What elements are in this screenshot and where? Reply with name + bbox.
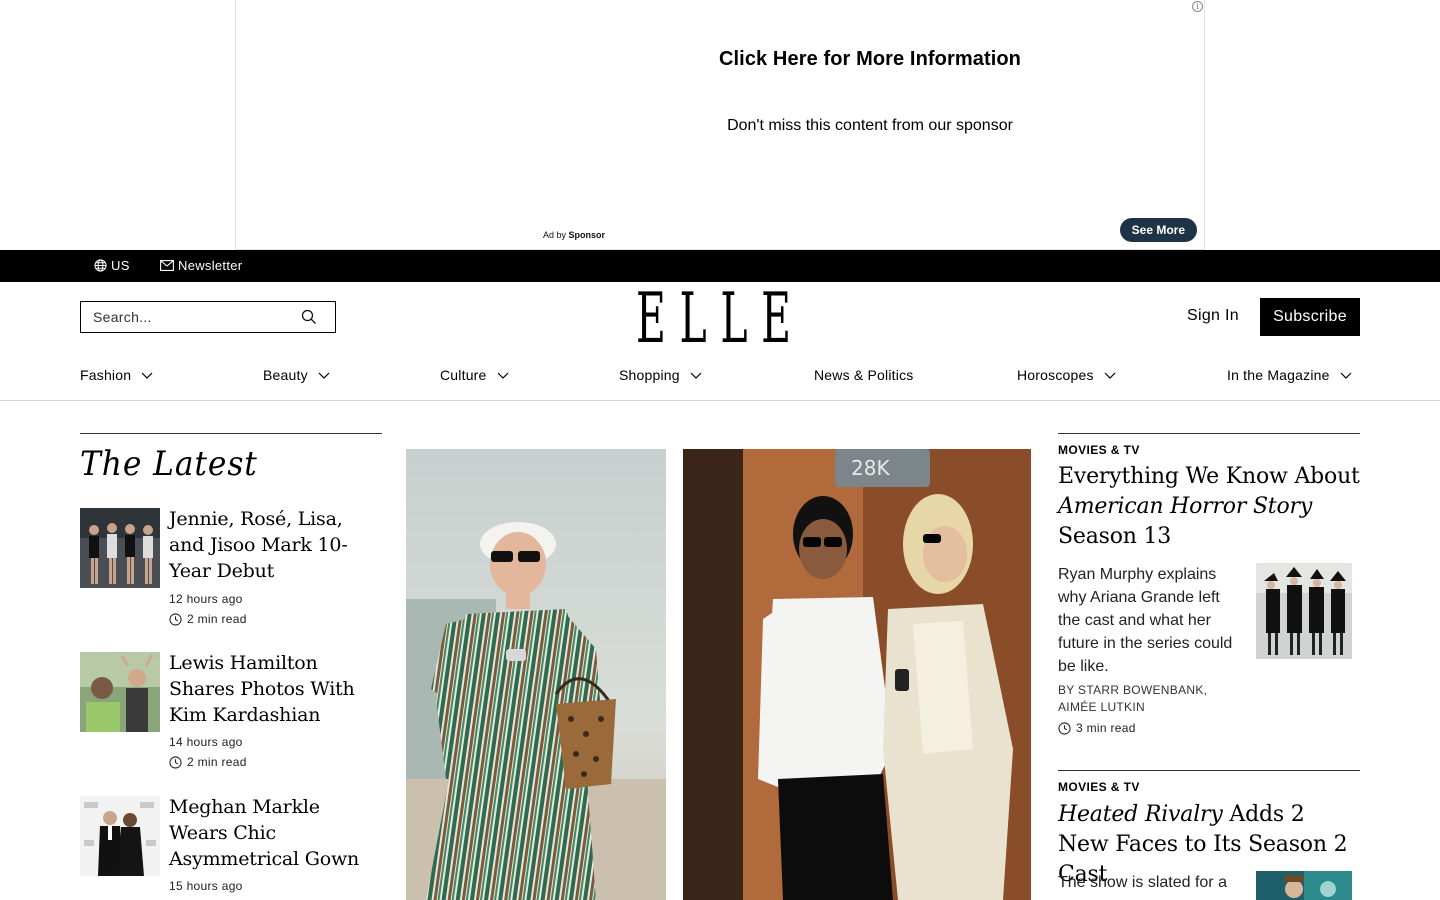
chevron-down-icon xyxy=(497,372,508,379)
nav-label: Shopping xyxy=(619,367,680,383)
ad-attribution: Ad by Sponsor xyxy=(543,230,605,240)
story-dek: Ryan Murphy explains why Ariana Grande l… xyxy=(1058,566,1233,675)
sign-in-link[interactable]: Sign In xyxy=(1187,307,1239,325)
chevron-down-icon xyxy=(690,372,702,379)
nav-item-in-the-magazine[interactable]: In the Magazine xyxy=(1227,367,1352,383)
story-byline: BY STARR BOWENBANK, AIMÉE LUTKIN xyxy=(1058,683,1208,714)
svg-text:28K: 28K xyxy=(851,456,890,480)
chevron-down-icon xyxy=(1340,372,1352,379)
hero-image-right[interactable]: 28K xyxy=(683,449,1031,900)
sponsor-ad-banner[interactable]: i Click Here for More Information Don't … xyxy=(235,0,1205,250)
story-kicker[interactable]: MOVIES & TV xyxy=(1058,443,1140,457)
hero-image-left[interactable] xyxy=(406,449,666,900)
article-thumbnail[interactable] xyxy=(80,508,160,588)
nav-item-horoscopes[interactable]: Horoscopes xyxy=(1017,367,1116,383)
nav-item-fashion[interactable]: Fashion xyxy=(80,367,153,383)
story-thumbnail[interactable] xyxy=(1256,871,1352,900)
nav-item-culture[interactable]: Culture xyxy=(440,367,509,383)
nav-divider xyxy=(0,400,1440,401)
nav-label: Culture xyxy=(440,367,487,383)
nav-item-beauty[interactable]: Beauty xyxy=(263,367,330,383)
info-icon[interactable]: i xyxy=(1192,1,1203,12)
read-time: 2 min read xyxy=(169,755,247,769)
article-headline[interactable]: Lewis Hamilton Shares Photos With Kim Ka… xyxy=(169,650,381,728)
ad-subtitle: Don't miss this content from our sponsor xyxy=(727,117,1013,134)
read-time-label: 2 min read xyxy=(187,612,247,626)
region-label: US xyxy=(111,258,130,273)
headline-text: Season 13 xyxy=(1058,524,1172,549)
story-headline[interactable]: Everything We Know About American Horror… xyxy=(1058,462,1360,552)
newsletter-label: Newsletter xyxy=(178,258,243,273)
chevron-down-icon xyxy=(318,372,330,379)
article-timestamp: 12 hours ago xyxy=(169,592,243,606)
list-item[interactable]: Jennie, Rosé, Lisa, and Jisoo Mark 10-Ye… xyxy=(80,508,382,638)
chevron-down-icon xyxy=(1104,372,1116,379)
nav-label: Beauty xyxy=(263,367,308,383)
nav-label: In the Magazine xyxy=(1227,367,1330,383)
article-headline[interactable]: Meghan Markle Wears Chic Asymmetrical Go… xyxy=(169,794,381,872)
article-headline[interactable]: Jennie, Rosé, Lisa, and Jisoo Mark 10-Ye… xyxy=(169,506,381,584)
clock-icon xyxy=(169,755,182,769)
story-divider xyxy=(1058,770,1360,771)
read-time: 3 min read xyxy=(1058,721,1136,735)
nav-item-news-politics[interactable]: News & Politics xyxy=(814,367,913,383)
article-timestamp: 15 hours ago xyxy=(169,879,243,893)
search-input[interactable] xyxy=(93,309,293,325)
search-box[interactable] xyxy=(80,301,336,333)
ad-sponsor-name: Sponsor xyxy=(568,230,606,240)
elle-logo[interactable]: ELLE xyxy=(636,281,791,356)
read-time: 2 min read xyxy=(169,612,247,626)
subscribe-button[interactable]: Subscribe xyxy=(1260,298,1360,336)
list-item[interactable]: Lewis Hamilton Shares Photos With Kim Ka… xyxy=(80,652,382,782)
story-dek: The show is slated for a xyxy=(1058,874,1227,891)
latest-divider xyxy=(80,433,382,434)
newsletter-link[interactable]: Newsletter xyxy=(160,258,242,273)
clock-icon xyxy=(1058,721,1071,735)
headline-italic: American Horror Story xyxy=(1058,494,1313,519)
ad-by-prefix: Ad by xyxy=(543,230,567,240)
headline-text: Everything We Know About xyxy=(1058,464,1360,489)
chevron-down-icon xyxy=(141,372,153,379)
article-thumbnail[interactable] xyxy=(80,652,160,732)
globe-icon xyxy=(94,259,107,272)
clock-icon xyxy=(169,612,182,626)
search-icon[interactable] xyxy=(301,309,317,328)
article-timestamp: 14 hours ago xyxy=(169,735,243,749)
nav-label: Horoscopes xyxy=(1017,367,1094,383)
region-selector[interactable]: US xyxy=(94,258,130,273)
latest-heading: The Latest xyxy=(80,444,258,484)
nav-label: Fashion xyxy=(80,367,132,383)
article-thumbnail[interactable] xyxy=(80,796,160,876)
story-thumbnail[interactable] xyxy=(1256,563,1352,659)
story-kicker[interactable]: MOVIES & TV xyxy=(1058,780,1140,794)
read-time-label: 3 min read xyxy=(1076,721,1136,735)
mail-icon xyxy=(160,260,174,271)
ad-title[interactable]: Click Here for More Information xyxy=(236,48,1204,71)
headline-italic: Heated Rivalry xyxy=(1058,802,1223,827)
nav-label: News & Politics xyxy=(814,367,914,383)
read-time-label: 2 min read xyxy=(187,755,247,769)
list-item[interactable]: Meghan Markle Wears Chic Asymmetrical Go… xyxy=(80,796,382,900)
nav-item-shopping[interactable]: Shopping xyxy=(619,367,702,383)
main-nav: Fashion Beauty Culture Shopping News & P… xyxy=(80,360,1360,392)
ad-see-more-button[interactable]: See More xyxy=(1119,218,1197,242)
story-divider xyxy=(1058,433,1360,434)
